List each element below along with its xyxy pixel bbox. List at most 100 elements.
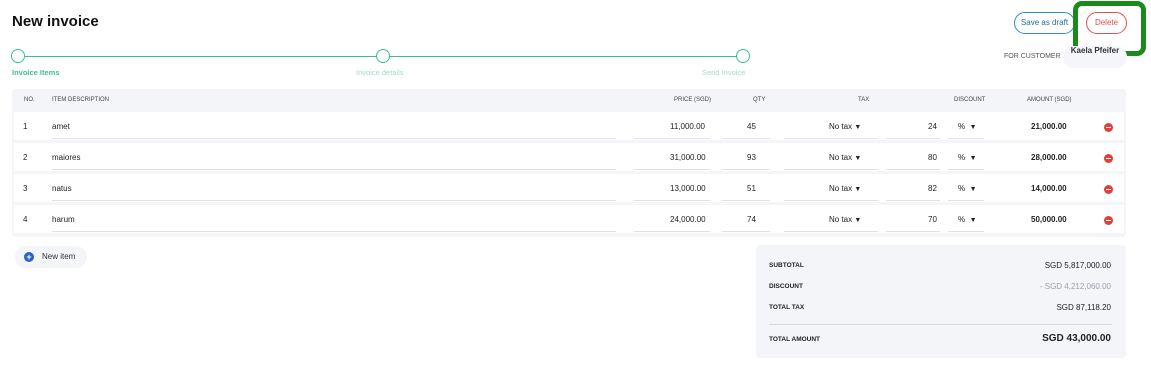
caret-down-icon: ▼ bbox=[854, 186, 862, 193]
total-amount-value: SGD 43,000.00 bbox=[1042, 333, 1111, 344]
caret-down-icon: ▼ bbox=[969, 186, 977, 193]
tax-select-value: No tax bbox=[829, 184, 853, 193]
step-dot-invoice-details[interactable] bbox=[376, 49, 390, 63]
price-underline bbox=[634, 200, 710, 201]
step-label-invoice-details[interactable]: Invoice details bbox=[356, 68, 404, 77]
header-no: NO. bbox=[24, 97, 35, 103]
row-amount: 21,000.00 bbox=[1031, 122, 1067, 131]
tax-select-value: No tax bbox=[829, 153, 853, 162]
tax-select-value: No tax bbox=[829, 122, 853, 131]
price-underline bbox=[634, 169, 710, 170]
description-underline bbox=[52, 169, 616, 170]
description-underline bbox=[52, 231, 616, 232]
discount-unit-underline bbox=[948, 169, 984, 170]
row-number: 4 bbox=[23, 215, 28, 224]
qty-input[interactable]: 51 bbox=[747, 184, 756, 193]
discount-underline bbox=[886, 200, 940, 201]
header-item-description: ITEM DESCRIPTION bbox=[52, 97, 110, 103]
row-amount: 14,000.00 bbox=[1031, 184, 1067, 193]
qty-input[interactable]: 93 bbox=[747, 153, 756, 162]
discount-unit-value: % bbox=[958, 215, 966, 224]
tax-underline bbox=[784, 169, 878, 170]
description-underline bbox=[52, 200, 616, 201]
header-price: PRICE (SGD) bbox=[674, 97, 712, 103]
total-tax-label: TOTAL TAX bbox=[769, 304, 805, 311]
tax-select[interactable]: No tax ▼ bbox=[829, 122, 861, 131]
discount-unit-select[interactable]: % ▼ bbox=[958, 184, 977, 193]
save-draft-button[interactable]: Save as draft bbox=[1014, 12, 1075, 34]
discount-unit-underline bbox=[948, 200, 984, 201]
price-input[interactable]: 31,000.00 bbox=[670, 153, 706, 162]
step-dot-invoice-items[interactable] bbox=[11, 49, 25, 63]
step-dot-send-invoice[interactable] bbox=[736, 49, 750, 63]
header-qty: QTY bbox=[753, 97, 766, 103]
header-amount: AMOUNT (SGD) bbox=[1027, 97, 1072, 103]
discount-unit-value: % bbox=[958, 122, 966, 131]
minus-circle-icon[interactable] bbox=[1104, 216, 1113, 225]
step-label-send-invoice[interactable]: Send Invoice bbox=[702, 68, 745, 77]
caret-down-icon: ▼ bbox=[854, 124, 862, 131]
tax-underline bbox=[784, 200, 878, 201]
tax-select[interactable]: No tax ▼ bbox=[829, 184, 861, 193]
new-item-button[interactable]: + New item bbox=[15, 246, 87, 268]
discount-total-label: DISCOUNT bbox=[769, 283, 803, 290]
caret-down-icon: ▼ bbox=[969, 124, 977, 131]
qty-input[interactable]: 45 bbox=[747, 122, 756, 131]
description-underline bbox=[52, 138, 616, 139]
caret-down-icon: ▼ bbox=[969, 217, 977, 224]
minus-circle-icon[interactable] bbox=[1104, 123, 1113, 132]
minus-circle-icon[interactable] bbox=[1104, 154, 1113, 163]
row-number: 1 bbox=[23, 122, 28, 131]
price-input[interactable]: 11,000.00 bbox=[670, 122, 705, 131]
qty-underline bbox=[722, 231, 770, 232]
row-amount: 28,000.00 bbox=[1031, 153, 1067, 162]
row-number: 3 bbox=[23, 184, 28, 193]
plus-circle-icon: + bbox=[24, 252, 34, 262]
discount-unit-select[interactable]: % ▼ bbox=[958, 122, 977, 131]
subtotal-value: SGD 5,817,000.00 bbox=[1044, 261, 1111, 270]
tax-underline bbox=[784, 231, 878, 232]
price-input[interactable]: 13,000.00 bbox=[670, 184, 706, 193]
tax-select[interactable]: No tax ▼ bbox=[829, 153, 861, 162]
qty-underline bbox=[722, 200, 770, 201]
caret-down-icon: ▼ bbox=[854, 155, 862, 162]
caret-down-icon: ▼ bbox=[854, 217, 862, 224]
tax-underline bbox=[784, 138, 878, 139]
item-description-input[interactable]: harum bbox=[52, 215, 75, 224]
total-tax-value: SGD 87,118.20 bbox=[1056, 303, 1111, 312]
tax-select[interactable]: No tax ▼ bbox=[829, 215, 861, 224]
customer-name: Kaela Pfeifer bbox=[1070, 46, 1120, 55]
customer-chip[interactable]: Kaela Pfeifer bbox=[1063, 46, 1127, 68]
qty-underline bbox=[722, 169, 770, 170]
discount-unit-value: % bbox=[958, 184, 966, 193]
item-description-input[interactable]: natus bbox=[52, 184, 72, 193]
discount-input[interactable]: 24 bbox=[928, 122, 937, 131]
subtotal-label: SUBTOTAL bbox=[769, 262, 804, 269]
row-number: 2 bbox=[23, 153, 28, 162]
caret-down-icon: ▼ bbox=[969, 155, 977, 162]
step-label-invoice-items[interactable]: Invoice Items bbox=[12, 68, 60, 77]
page-title: New invoice bbox=[12, 13, 99, 30]
header-tax: TAX bbox=[858, 97, 870, 103]
discount-input[interactable]: 80 bbox=[928, 153, 937, 162]
price-underline bbox=[634, 231, 710, 232]
qty-input[interactable]: 74 bbox=[747, 215, 756, 224]
discount-unit-select[interactable]: % ▼ bbox=[958, 215, 977, 224]
row-amount: 50,000.00 bbox=[1031, 215, 1067, 224]
discount-underline bbox=[886, 169, 940, 170]
discount-input[interactable]: 82 bbox=[928, 184, 937, 193]
discount-underline bbox=[886, 138, 940, 139]
totals-divider bbox=[769, 324, 1112, 325]
discount-unit-value: % bbox=[958, 153, 966, 162]
minus-circle-icon[interactable] bbox=[1104, 185, 1113, 194]
item-description-input[interactable]: amet bbox=[52, 122, 70, 131]
price-underline bbox=[634, 138, 710, 139]
discount-unit-select[interactable]: % ▼ bbox=[958, 153, 977, 162]
price-input[interactable]: 24,000.00 bbox=[670, 215, 706, 224]
header-discount: DISCOUNT bbox=[954, 97, 986, 103]
customer-label: FOR CUSTOMER bbox=[1004, 53, 1061, 60]
tax-select-value: No tax bbox=[829, 215, 853, 224]
item-description-input[interactable]: maiores bbox=[52, 153, 80, 162]
discount-input[interactable]: 70 bbox=[928, 215, 937, 224]
discount-underline bbox=[886, 231, 940, 232]
